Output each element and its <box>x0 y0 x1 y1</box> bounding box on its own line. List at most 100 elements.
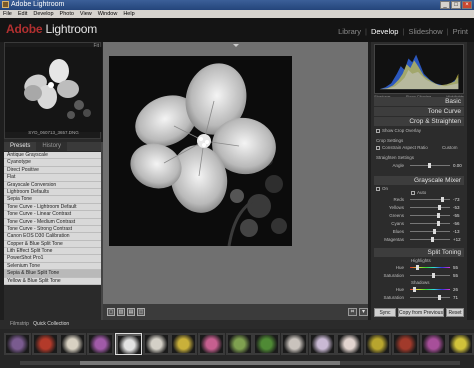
before-after-left-right-icon[interactable]: ▥ <box>117 308 125 316</box>
toolbar-top-arrow[interactable] <box>233 44 239 47</box>
module-print[interactable]: Print <box>453 27 468 36</box>
menu-help[interactable]: Help <box>123 10 134 18</box>
filmstrip-thumbnail[interactable] <box>142 333 170 355</box>
preset-item[interactable]: Tone Curve - Linear Contrast <box>4 211 101 219</box>
menu-edit[interactable]: Edit <box>18 10 27 18</box>
preset-item[interactable]: Flat <box>4 174 101 182</box>
navigator-preview[interactable] <box>5 47 102 132</box>
filmstrip-thumbnail[interactable] <box>4 333 31 355</box>
preset-item[interactable]: Antique Grayscale <box>4 152 101 160</box>
filmstrip-thumbnail[interactable] <box>336 333 364 355</box>
filmstrip-thumbnail[interactable] <box>31 333 59 355</box>
filmstrip-thumbnail[interactable] <box>225 333 253 355</box>
crop-tool-icon[interactable]: ⌗ <box>348 308 357 316</box>
thumbnail-image <box>449 335 473 353</box>
module-picker: Library | Develop | Slideshow | Print <box>338 27 468 36</box>
before-after-split-icon[interactable]: ◫ <box>137 308 145 316</box>
preset-item-selected[interactable]: Sepia & Blue Split Tone <box>4 270 101 278</box>
angle-slider[interactable]: Angle 0.00 <box>374 162 464 169</box>
preset-item[interactable]: Selenium Tone <box>4 262 101 271</box>
split-toning-section-header[interactable]: Split Toning <box>374 248 464 257</box>
aspect-dropdown[interactable]: Custom <box>442 145 458 150</box>
preset-item[interactable]: PowerShot Pro1 <box>4 255 101 263</box>
preset-item[interactable]: Grayscale Conversion <box>4 181 101 189</box>
preset-item[interactable]: Tone Curve - Lightroom Default <box>4 203 101 212</box>
grayscale-on-toggle[interactable]: On <box>376 186 388 191</box>
menu-develop[interactable]: Develop <box>33 10 53 18</box>
copy-from-previous-button[interactable]: Copy from Previous <box>398 308 444 317</box>
crop-section-header[interactable]: Crop & Straighten <box>374 117 464 126</box>
thumbnail-image <box>199 335 223 353</box>
menu-file[interactable]: File <box>3 10 12 18</box>
menu-photo[interactable]: Photo <box>60 10 74 18</box>
dropdown-arrow-icon[interactable]: ▾ <box>359 308 368 316</box>
reset-button[interactable]: Reset <box>446 308 464 317</box>
yellows-slider[interactable]: Yellows -53 <box>374 204 464 211</box>
show-crop-overlay-checkbox[interactable]: Show Crop Overlay <box>376 128 421 133</box>
cyans-slider[interactable]: Cyans -56 <box>374 220 464 227</box>
sync-button[interactable]: Sync <box>374 308 396 317</box>
filmstrip-scrollbar[interactable] <box>20 361 460 365</box>
filmstrip-thumbnail[interactable] <box>391 333 419 355</box>
filmstrip-thumbnail[interactable] <box>87 333 115 355</box>
navigator-panel[interactable]: Fit SYD_060713_3657.DNG <box>4 42 102 139</box>
constrain-aspect-checkbox[interactable]: Constrain Aspect Ratio <box>376 145 428 150</box>
module-slideshow[interactable]: Slideshow <box>408 27 442 36</box>
histogram[interactable] <box>374 44 464 94</box>
menu-view[interactable]: View <box>80 10 92 18</box>
tab-presets[interactable]: Presets <box>4 142 36 151</box>
preset-item[interactable]: Canon EOS D30 Calibration <box>4 233 101 241</box>
tone-curve-section-header[interactable]: Tone Curve <box>374 107 464 116</box>
filmstrip-source[interactable]: Quick Collection <box>33 321 69 327</box>
app-icon <box>2 1 9 8</box>
filmstrip-thumbnail[interactable] <box>253 333 281 355</box>
preset-item[interactable]: Sepia Tone <box>4 196 101 204</box>
thumbnail-image <box>6 335 29 353</box>
maximize-button[interactable]: □ <box>451 1 461 9</box>
greens-slider[interactable]: Greens -55 <box>374 212 464 219</box>
reds-slider[interactable]: Reds -73 <box>374 196 464 203</box>
filmstrip-thumbnail[interactable] <box>197 333 225 355</box>
right-panel: Shadows Show Clipping Highlights Basic T… <box>371 42 467 320</box>
preset-item[interactable]: Tone Curve - Medium Contrast <box>4 218 101 226</box>
module-develop[interactable]: Develop <box>371 27 399 36</box>
before-after-top-bottom-icon[interactable]: ▤ <box>127 308 135 316</box>
grayscale-section-header[interactable]: Grayscale Mixer <box>374 176 464 185</box>
blues-slider[interactable]: Blues -13 <box>374 228 464 235</box>
shadows-saturation-slider[interactable]: Saturation 71 <box>374 294 464 301</box>
preset-item[interactable]: Tone Curve - Strong Contrast <box>4 225 101 234</box>
preset-item[interactable]: Lith Effect Split Tone <box>4 248 101 256</box>
thumbnail-image <box>255 335 279 353</box>
shadows-hue-slider[interactable]: Hue 26 <box>374 286 464 293</box>
thumbnail-image <box>421 335 445 353</box>
thumbnail-image <box>61 335 85 353</box>
module-library[interactable]: Library <box>338 27 361 36</box>
filmstrip-thumbnail[interactable] <box>308 333 336 355</box>
tab-history[interactable]: History <box>36 142 68 151</box>
highlights-hue-slider[interactable]: Hue 55 <box>374 264 464 271</box>
basic-section-header[interactable]: Basic <box>374 97 464 106</box>
preset-item[interactable]: Yellow & Blue Split Tone <box>4 277 101 286</box>
preset-item[interactable]: Direct Positive <box>4 166 101 175</box>
filmstrip-header: Filmstrip Quick Collection <box>0 320 474 329</box>
filmstrip-scroll-thumb[interactable] <box>80 361 340 365</box>
magentas-slider[interactable]: Magentas +12 <box>374 236 464 243</box>
grayscale-auto-button[interactable]: Auto <box>411 190 426 195</box>
filmstrip-thumbnail[interactable] <box>281 333 308 355</box>
preset-item[interactable]: Lightroom Defaults <box>4 188 101 197</box>
filmstrip-thumbnail[interactable] <box>59 333 87 355</box>
filmstrip-thumbnail-selected[interactable] <box>114 333 142 355</box>
filmstrip-thumbnail[interactable] <box>419 333 447 355</box>
loupe-view-icon[interactable]: ▢ <box>107 308 115 316</box>
preset-item[interactable]: Cyanotype <box>4 159 101 167</box>
menu-window[interactable]: Window <box>98 10 118 18</box>
navigator-filename: SYD_060713_3657.DNG <box>28 130 79 135</box>
highlights-saturation-slider[interactable]: Saturation 55 <box>374 272 464 279</box>
main-photo[interactable] <box>109 56 292 246</box>
filmstrip-thumbnail[interactable] <box>170 333 198 355</box>
filmstrip-thumbnail[interactable] <box>447 333 474 355</box>
close-button[interactable]: × <box>462 1 472 9</box>
filmstrip-thumbnail[interactable] <box>364 333 392 355</box>
minimize-button[interactable]: _ <box>440 1 450 9</box>
preset-item[interactable]: Copper & Blue Split Tone <box>4 240 101 249</box>
